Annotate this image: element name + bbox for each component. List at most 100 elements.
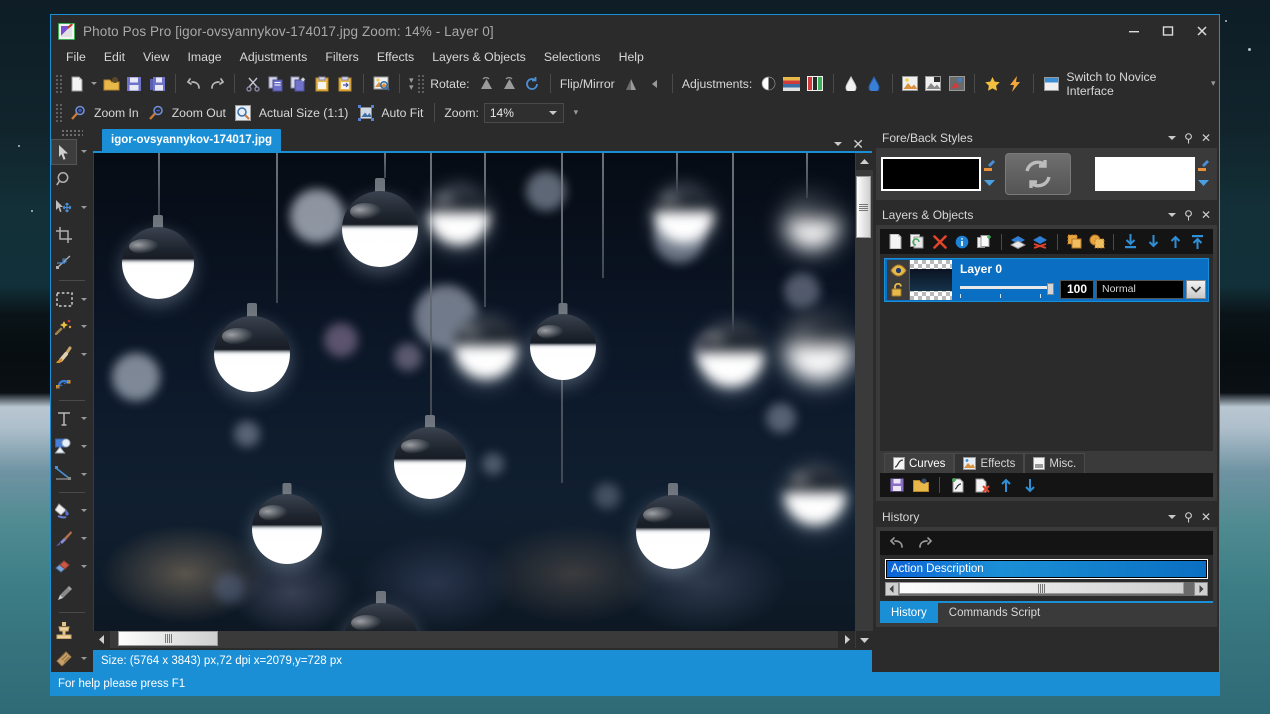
undo-arrow-icon[interactable]	[886, 532, 908, 554]
tab-misc[interactable]: Misc.	[1024, 453, 1085, 473]
open-folder-icon[interactable]	[100, 72, 123, 96]
magic-wand-tool[interactable]	[51, 313, 93, 341]
open-curve-icon[interactable]	[910, 474, 932, 496]
path-tool[interactable]	[51, 249, 93, 277]
history-scroll-left-icon[interactable]	[885, 582, 899, 596]
close-panel-icon[interactable]: ✕	[1201, 132, 1211, 144]
pointer-tool[interactable]	[51, 138, 93, 166]
pin-icon[interactable]: ⚲	[1184, 511, 1193, 523]
menu-item-view[interactable]: View	[134, 48, 178, 67]
eraser-tool-dropdown-icon[interactable]	[77, 565, 91, 568]
canvas-vertical-scrollbar[interactable]	[855, 153, 872, 648]
layer-blend-mode-select[interactable]: Normal	[1096, 280, 1184, 299]
save-icon[interactable]	[123, 72, 146, 96]
arrange-group-icon[interactable]	[1086, 231, 1107, 253]
text-tool[interactable]	[51, 405, 93, 433]
panel-menu-icon[interactable]	[1168, 515, 1176, 519]
shadow-icon[interactable]	[863, 72, 886, 96]
rectangle-select-dropdown-icon[interactable]	[77, 298, 91, 301]
new-file-icon[interactable]	[65, 72, 88, 96]
tab-curves[interactable]: Curves	[884, 453, 954, 473]
shapes-tool[interactable]	[51, 433, 93, 461]
maximize-button[interactable]	[1151, 15, 1185, 47]
history-scroll-track[interactable]	[899, 582, 1194, 596]
auto-fit-label[interactable]: Auto Fit	[381, 106, 423, 120]
foreground-color-swatch[interactable]	[881, 157, 981, 191]
menu-item-adjustments[interactable]: Adjustments	[231, 48, 317, 67]
layer-name[interactable]: Layer 0	[960, 262, 1206, 276]
brightness-contrast-icon[interactable]	[757, 72, 780, 96]
tab-effects[interactable]: Effects	[954, 453, 1024, 473]
paste-icon[interactable]	[310, 72, 333, 96]
menu-item-selections[interactable]: Selections	[535, 48, 610, 67]
switch-interface-label[interactable]: Switch to Novice Interface	[1066, 70, 1196, 98]
merge-down-icon[interactable]	[1008, 231, 1029, 253]
pin-icon[interactable]: ⚲	[1184, 209, 1193, 221]
scroll-up-icon[interactable]	[856, 153, 873, 170]
zoom-toolbar-expand-icon[interactable]: ▾	[570, 109, 582, 116]
document-tab[interactable]: igor-ovsyannykov-174017.jpg	[102, 129, 281, 151]
new-group-icon[interactable]	[974, 231, 995, 253]
undo-icon[interactable]	[182, 72, 205, 96]
flip-horizontal-icon[interactable]	[620, 72, 643, 96]
rotate-group-grip[interactable]	[417, 74, 424, 94]
unlock-icon[interactable]	[887, 280, 909, 300]
panel-menu-icon[interactable]	[1168, 213, 1176, 217]
add-curve-icon[interactable]	[947, 474, 969, 496]
menu-item-layers-objects[interactable]: Layers & Objects	[423, 48, 535, 67]
layer-opacity-slider[interactable]	[960, 283, 1054, 295]
horizontal-scroll-thumb[interactable]	[118, 631, 218, 646]
history-entry[interactable]: Action Description	[887, 561, 1206, 577]
toolbar-overflow-icon[interactable]: ▾▾	[406, 77, 417, 91]
layer-properties-icon[interactable]	[951, 231, 972, 253]
foreground-picker-icon[interactable]	[981, 157, 998, 174]
actual-size-icon[interactable]	[231, 101, 256, 125]
lasso-dropdown-icon[interactable]	[77, 353, 91, 356]
close-panel-icon[interactable]: ✕	[1201, 209, 1211, 221]
new-file-dropdown-icon[interactable]	[89, 82, 100, 85]
patch-tool-dropdown-icon[interactable]	[77, 657, 91, 660]
pointer-tool-dropdown-icon[interactable]	[77, 150, 91, 153]
pin-icon[interactable]: ⚲	[1184, 132, 1193, 144]
move-tool-dropdown-icon[interactable]	[77, 206, 91, 209]
background-dropdown-icon[interactable]	[1195, 174, 1212, 191]
zoom-toolbar-grip[interactable]	[55, 103, 63, 123]
flatten-icon[interactable]	[1030, 231, 1051, 253]
layers-list[interactable]: Layer 0 100 Normal	[880, 254, 1213, 451]
history-scroll-thumb[interactable]	[899, 582, 1184, 594]
rotate-left-icon[interactable]	[475, 72, 498, 96]
copy-icon[interactable]	[264, 72, 287, 96]
layer-opacity-value[interactable]: 100	[1060, 280, 1094, 299]
image-adjust-icon[interactable]	[945, 72, 968, 96]
menu-item-image[interactable]: Image	[178, 48, 230, 67]
redo-icon[interactable]	[205, 72, 228, 96]
copy-merged-icon[interactable]	[287, 72, 310, 96]
move-tool[interactable]	[51, 193, 93, 221]
tab-history[interactable]: History	[880, 603, 938, 623]
close-button[interactable]	[1185, 15, 1219, 47]
eyedropper-tool[interactable]	[51, 580, 93, 608]
layer-row[interactable]: Layer 0 100 Normal	[884, 258, 1209, 302]
delete-curve-icon[interactable]	[971, 474, 993, 496]
canvas-horizontal-scrollbar[interactable]	[93, 631, 855, 648]
move-curve-up-icon[interactable]	[995, 474, 1017, 496]
image-canvas[interactable]	[93, 153, 855, 631]
shapes-tool-dropdown-icon[interactable]	[77, 445, 91, 448]
eye-icon[interactable]	[887, 260, 909, 280]
quick-action-icon[interactable]	[1004, 72, 1027, 96]
magic-wand-dropdown-icon[interactable]	[77, 325, 91, 328]
send-to-back-icon[interactable]	[1120, 231, 1141, 253]
line-tool[interactable]	[51, 460, 93, 488]
redo-arrow-icon[interactable]	[914, 532, 936, 554]
clone-stamp-tool[interactable]	[51, 617, 93, 645]
print-preview-icon[interactable]	[370, 72, 393, 96]
patch-tool[interactable]	[51, 644, 93, 672]
levels-icon[interactable]	[804, 72, 827, 96]
save-curve-icon[interactable]	[886, 474, 908, 496]
flip-menu-icon[interactable]	[643, 72, 666, 96]
move-up-icon[interactable]	[1165, 231, 1186, 253]
tab-list-dropdown-icon[interactable]	[834, 142, 842, 146]
arrange-icon[interactable]	[1064, 231, 1085, 253]
blend-mode-dropdown-icon[interactable]	[1186, 280, 1206, 299]
history-list[interactable]: Action Description	[880, 555, 1213, 601]
